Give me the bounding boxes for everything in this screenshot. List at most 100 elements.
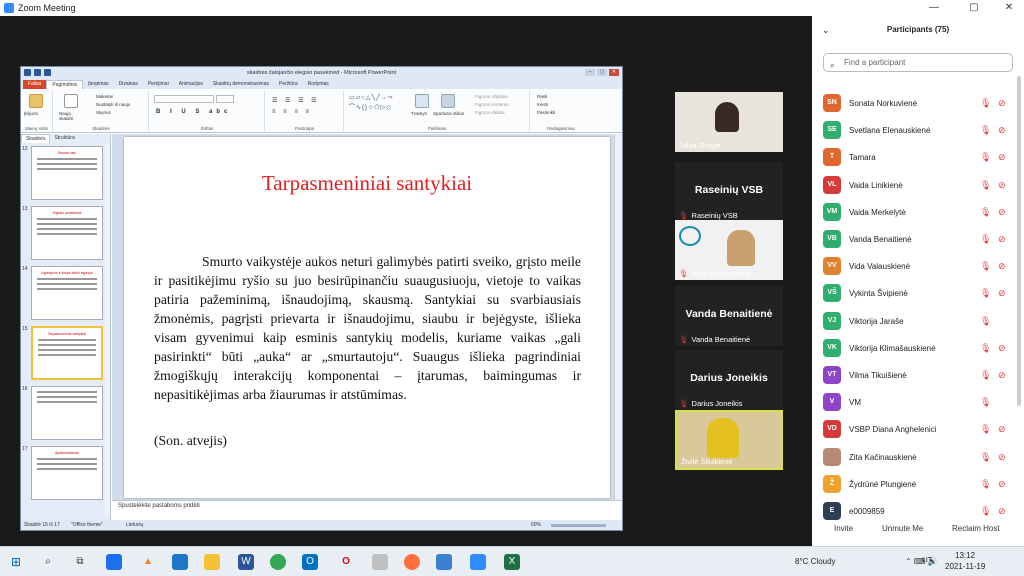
arrange-button[interactable]: Tvarkyti: [411, 111, 427, 116]
participant-row[interactable]: VV Vida Valauskienė 🎙 ⊘: [812, 253, 1017, 280]
video-off-icon[interactable]: ⊘: [998, 207, 1006, 218]
participants-scrollbar[interactable]: [1017, 76, 1021, 406]
tab-transitions[interactable]: Perėjimai: [143, 80, 174, 89]
participant-row[interactable]: VL Vaida Linikienė 🎙 ⊘: [812, 172, 1017, 199]
select-button[interactable]: Pasirinkti: [537, 110, 555, 115]
slide-thumbnail[interactable]: Smurto ratu: [31, 146, 103, 200]
notes-pane[interactable]: Spustelėkite pastaboms pridėti: [112, 500, 622, 520]
section-button[interactable]: Skyrius: [96, 110, 111, 115]
participant-row[interactable]: SN Sonata Norkuvienė 🎙 ⊘: [812, 90, 1017, 117]
mic-muted-icon[interactable]: 🎙: [980, 125, 991, 136]
slide-thumbnail[interactable]: Agresyvus ir linkęs žaloti elgesys: [31, 266, 103, 320]
slide-body-text[interactable]: Smurto vaikystėje aukos neturi galimybės…: [154, 252, 581, 404]
shape-outline-button[interactable]: Figūros kontūras: [475, 102, 509, 107]
video-off-icon[interactable]: ⊘: [998, 152, 1006, 163]
task-view-icon[interactable]: ⧉: [72, 554, 88, 570]
shapes-gallery[interactable]: ▭▱○△╲╱→⇨: [349, 94, 394, 101]
chrome-icon[interactable]: [270, 554, 286, 570]
shapes-gallery-row2[interactable]: ⌒∿{}☆⬠▷◇: [349, 102, 392, 111]
video-tile[interactable]: 🎙 Asta Montvydienė: [675, 220, 783, 280]
slide-title[interactable]: Tarpasmeniniai santykiai: [124, 171, 610, 196]
participant-row[interactable]: VJ Viktorija Jaraše 🎙: [812, 308, 1017, 335]
mic-muted-icon[interactable]: 🎙: [980, 424, 991, 435]
mic-muted-icon[interactable]: 🎙: [980, 397, 991, 408]
video-off-icon[interactable]: ⊘: [998, 288, 1006, 299]
font-size-box[interactable]: [216, 95, 234, 103]
participant-row[interactable]: V VM 🎙: [812, 389, 1017, 416]
video-off-icon[interactable]: ⊘: [998, 479, 1006, 490]
mic-muted-icon[interactable]: 🎙: [980, 180, 991, 191]
mic-muted-icon[interactable]: 🎙: [980, 261, 991, 272]
align-buttons[interactable]: ≡ ≡ ≡ ≡: [272, 109, 312, 115]
excel-icon[interactable]: X: [504, 554, 520, 570]
mic-muted-icon[interactable]: 🎙: [980, 207, 991, 218]
video-tile[interactable]: Jolita Grityte: [675, 92, 783, 152]
video-off-icon[interactable]: ⊘: [998, 452, 1006, 463]
maximize-button[interactable]: ▢: [960, 0, 988, 16]
slide-thumbnail[interactable]: [31, 386, 103, 440]
video-off-icon[interactable]: ⊘: [998, 98, 1006, 109]
app-icon[interactable]: [106, 554, 122, 570]
shape-fill-button[interactable]: Figūros užpildas: [475, 94, 508, 99]
slide-case-text[interactable]: (Son. atvejis): [154, 433, 227, 449]
video-off-icon[interactable]: ⊘: [998, 261, 1006, 272]
video-tile[interactable]: Raseinių VSB 🎙 Raseinių VSB: [675, 162, 783, 222]
video-off-icon[interactable]: ⊘: [998, 125, 1006, 136]
mic-muted-icon[interactable]: 🎙: [980, 506, 991, 517]
slide-thumbnail[interactable]: Elgesio problemos: [31, 206, 103, 260]
tab-home[interactable]: Pagrindinis: [46, 80, 84, 89]
video-tile[interactable]: Vanda Benaitienė 🎙 Vanda Benaitienė: [675, 286, 783, 346]
arrange-icon[interactable]: [415, 94, 429, 108]
slide-thumbnail-selected[interactable]: Tarpasmeniniai santykiai: [31, 326, 103, 380]
participant-row[interactable]: VŠ Vykinta Švipienė 🎙 ⊘: [812, 280, 1017, 307]
video-off-icon[interactable]: ⊘: [998, 234, 1006, 245]
unmute-me-button[interactable]: Unmute Me: [882, 524, 923, 533]
participant-row[interactable]: VT Vilma Tikuišienė 🎙 ⊘: [812, 362, 1017, 389]
photos-icon[interactable]: [436, 554, 452, 570]
input-language[interactable]: LIT: [922, 557, 932, 564]
opera-icon[interactable]: O: [338, 554, 354, 570]
paste-button[interactable]: Įklijuoti: [24, 111, 38, 116]
mic-muted-icon[interactable]: 🎙: [980, 316, 991, 327]
video-off-icon[interactable]: ⊘: [998, 424, 1006, 435]
pane-scrollbar[interactable]: [105, 144, 110, 514]
participant-row[interactable]: Zita Kačinauskienė 🎙 ⊘: [812, 444, 1017, 471]
mic-muted-icon[interactable]: 🎙: [980, 343, 991, 354]
tab-file[interactable]: Failas: [23, 80, 47, 89]
shape-effects-button[interactable]: Figūros efektai: [475, 110, 505, 115]
outlook-icon[interactable]: O: [302, 554, 318, 570]
mic-muted-icon[interactable]: 🎙: [980, 452, 991, 463]
tab-design[interactable]: Dizainas: [114, 80, 143, 89]
video-off-icon[interactable]: ⊘: [998, 180, 1006, 191]
tab-outline[interactable]: Struktūra: [50, 134, 78, 143]
paragraph-buttons[interactable]: ☰ ☰ ☰ ☰: [272, 97, 320, 104]
mic-muted-icon[interactable]: 🎙: [980, 234, 991, 245]
participant-row[interactable]: VD VSBP Diana Anghelenici 🎙 ⊘: [812, 416, 1017, 443]
participant-row[interactable]: Ee0009859 🎙 ⊘: [812, 498, 1017, 525]
replace-button[interactable]: Keisti: [537, 102, 548, 107]
zoom-slider[interactable]: [551, 524, 606, 527]
quick-styles-button[interactable]: Spartusis stilius: [433, 111, 464, 116]
ppt-window-controls[interactable]: – ▢ ✕: [585, 69, 619, 76]
search-icon[interactable]: ⌕: [40, 554, 56, 570]
file-explorer-icon[interactable]: [204, 554, 220, 570]
mic-muted-icon[interactable]: 🎙: [980, 288, 991, 299]
new-slide-icon[interactable]: [64, 94, 78, 108]
video-off-icon[interactable]: ⊘: [998, 506, 1006, 517]
slide-canvas[interactable]: Tarpasmeniniai santykiai Smurto vaikystė…: [124, 137, 610, 498]
invite-button[interactable]: Invite: [834, 524, 853, 533]
participant-row[interactable]: Ž Žydrūnė Plungienė 🎙 ⊘: [812, 471, 1017, 498]
start-icon[interactable]: ⊞: [8, 554, 24, 570]
tab-animations[interactable]: Animacijos: [174, 80, 208, 89]
video-tile[interactable]: Darius Joneikis 🎙 Darius Joneikis: [675, 350, 783, 410]
reclaim-host-button[interactable]: Reclaim Host: [952, 524, 1000, 533]
font-name-box[interactable]: [154, 95, 214, 103]
tab-slides[interactable]: Skaidrės: [21, 134, 51, 143]
tab-slideshow[interactable]: Skaidrių demonstravimas: [208, 80, 274, 89]
mic-muted-icon[interactable]: 🎙: [980, 370, 991, 381]
paste-icon[interactable]: [29, 94, 43, 108]
mic-muted-icon[interactable]: 🎙: [980, 152, 991, 163]
participant-row[interactable]: T Tamara 🎙 ⊘: [812, 144, 1017, 171]
clock-date[interactable]: 2021-11-19: [945, 562, 985, 571]
zoom-icon[interactable]: [470, 554, 486, 570]
